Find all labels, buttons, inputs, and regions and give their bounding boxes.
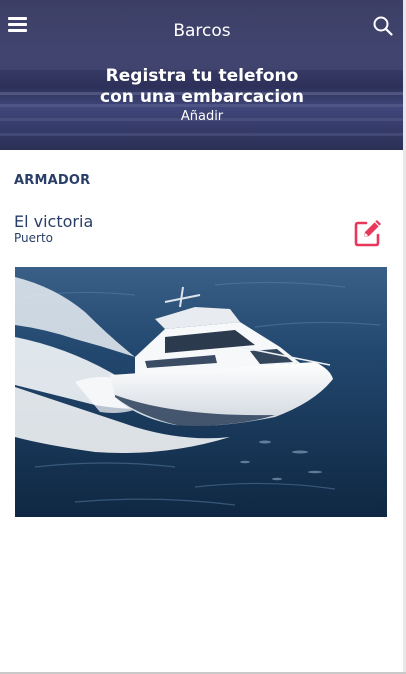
section-heading-owner: ARMADOR — [14, 173, 91, 188]
boat-image — [15, 267, 387, 517]
page-title: Barcos — [173, 21, 231, 41]
banner-wave — [0, 133, 404, 136]
register-promo: Registra tu telefono con una embarcacion… — [0, 66, 404, 125]
boat-photo[interactable] — [15, 267, 387, 517]
add-boat-link[interactable]: Añadir — [0, 108, 404, 125]
edit-boat-button[interactable] — [353, 218, 383, 248]
header-banner: Barcos Registra tu telefono con una emba… — [0, 0, 404, 150]
search-icon — [373, 16, 393, 36]
edit-icon — [354, 220, 381, 247]
promo-line-1: Registra tu telefono — [105, 66, 299, 86]
search-button[interactable] — [372, 15, 394, 37]
boat-location: Puerto — [14, 231, 53, 245]
boat-name[interactable]: El victoria — [14, 212, 93, 231]
hamburger-menu-icon — [8, 17, 27, 20]
promo-line-2: con una embarcacion — [100, 87, 304, 107]
